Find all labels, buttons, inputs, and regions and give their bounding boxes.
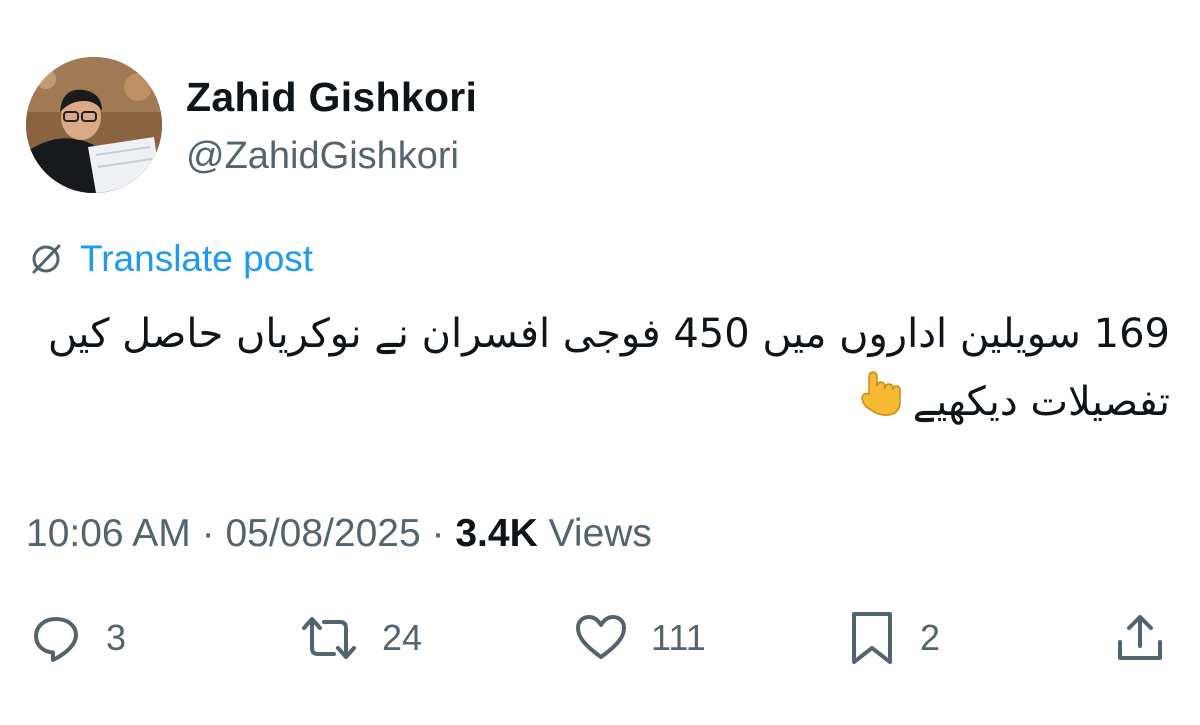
heart-icon	[576, 615, 626, 659]
reply-count: 3	[106, 617, 127, 658]
share-icon	[1118, 615, 1162, 660]
author-handle[interactable]: @ZahidGishkori	[186, 135, 459, 178]
like-button[interactable]: 111	[573, 610, 706, 666]
translate-post-label: Translate post	[80, 238, 314, 279]
views-count: 3.4K	[455, 512, 538, 555]
bookmark-count: 2	[920, 617, 941, 658]
pointing-down-icon	[859, 370, 903, 439]
reply-icon	[34, 617, 78, 662]
post-text-line-2: تفصیلات دیکھیے	[30, 368, 1170, 439]
translate-icon	[32, 244, 61, 274]
share-button[interactable]	[1112, 610, 1168, 666]
repost-count: 24	[382, 617, 423, 658]
post-text-line-2-text: تفصیلات دیکھیے	[912, 379, 1170, 425]
like-count: 111	[651, 617, 706, 658]
bookmark-button[interactable]: 2	[846, 610, 940, 666]
views-label: Views	[548, 512, 652, 555]
post-text-line-1: 169 سویلین اداروں میں 450 فوجی افسران نے…	[47, 311, 1170, 357]
author-display-name[interactable]: Zahid Gishkori	[186, 74, 477, 121]
post-meta: 10:06 AM · 05/08/2025 · 3.4K Views	[26, 512, 652, 556]
reply-button[interactable]: 3	[28, 610, 126, 666]
avatar[interactable]	[26, 57, 162, 193]
repost-icon	[302, 617, 356, 659]
post-text: 169 سویلین اداروں میں 450 فوجی افسران نے…	[30, 300, 1170, 439]
post-card: Zahid Gishkori @ZahidGishkori Translate …	[0, 0, 1200, 725]
translate-post-link[interactable]: Translate post	[26, 234, 313, 284]
repost-button[interactable]: 24	[298, 610, 422, 666]
meta-separator: ·	[201, 512, 215, 555]
post-time[interactable]: 10:06 AM	[26, 512, 191, 555]
avatar-image	[26, 57, 162, 193]
meta-separator-2: ·	[431, 512, 445, 555]
post-date[interactable]: 05/08/2025	[225, 512, 420, 555]
bookmark-icon	[852, 612, 892, 664]
